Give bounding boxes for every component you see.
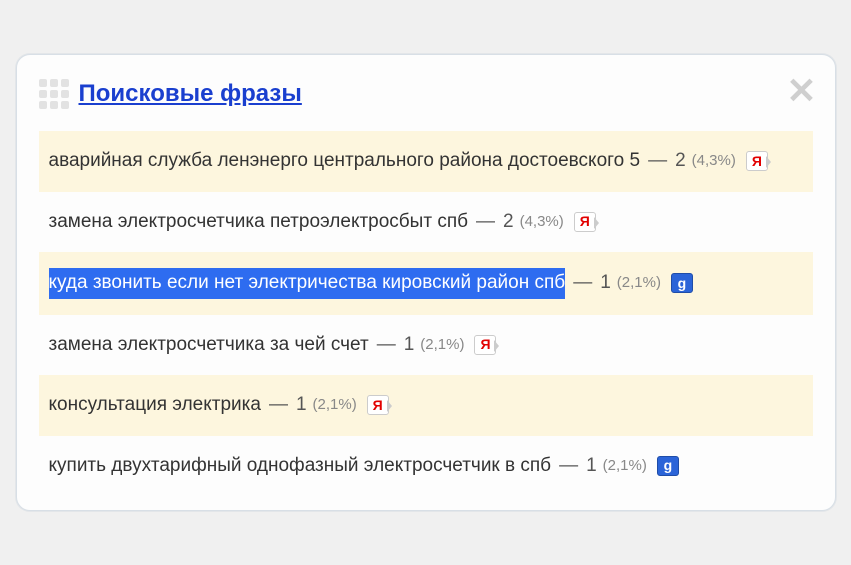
phrase-count: 1 <box>586 452 597 481</box>
phrase-text: консультация электрика <box>49 391 261 420</box>
phrase-count: 1 <box>600 269 611 298</box>
search-phrases-panel: Поисковые фразы ✕ аварийная служба ленэн… <box>16 54 836 511</box>
panel-title[interactable]: Поисковые фразы <box>79 80 302 108</box>
phrase-row[interactable]: купить двухтарифный однофазный электросч… <box>39 436 813 497</box>
close-icon[interactable]: ✕ <box>786 73 816 109</box>
phrase-count: 2 <box>503 208 514 237</box>
phrase-row[interactable]: консультация электрика — 1 (2,1%) Я <box>39 375 813 436</box>
phrase-percent: (2,1%) <box>617 272 661 295</box>
phrase-count: 1 <box>296 391 307 420</box>
phrase-percent: (2,1%) <box>313 394 357 417</box>
phrase-count: 1 <box>404 331 415 360</box>
phrase-list: аварийная служба ленэнерго центрального … <box>39 131 813 496</box>
phrase-row[interactable]: аварийная служба ленэнерго центрального … <box>39 131 813 192</box>
yandex-icon[interactable]: Я <box>574 212 596 232</box>
phrase-text: аварийная служба ленэнерго центрального … <box>49 147 641 176</box>
separator: — <box>269 391 288 420</box>
separator: — <box>377 331 396 360</box>
phrase-text: купить двухтарифный однофазный электросч… <box>49 452 552 481</box>
separator: — <box>559 452 578 481</box>
phrase-percent: (4,3%) <box>520 211 564 234</box>
panel-header: Поисковые фразы <box>39 79 813 109</box>
phrase-percent: (2,1%) <box>603 455 647 478</box>
google-icon[interactable]: g <box>671 273 693 293</box>
phrase-text: замена электросчетчика петроэлектросбыт … <box>49 208 469 237</box>
drag-handle-icon[interactable] <box>39 79 69 109</box>
phrase-percent: (2,1%) <box>420 334 464 357</box>
separator: — <box>648 147 667 176</box>
phrase-percent: (4,3%) <box>692 150 736 173</box>
yandex-icon[interactable]: Я <box>746 151 768 171</box>
phrase-text: замена электросчетчика за чей счет <box>49 331 369 360</box>
phrase-text: куда звонить если нет электричества киро… <box>49 268 566 299</box>
yandex-icon[interactable]: Я <box>474 335 496 355</box>
phrase-count: 2 <box>675 147 686 176</box>
yandex-icon[interactable]: Я <box>367 395 389 415</box>
phrase-row[interactable]: куда звонить если нет электричества киро… <box>39 252 813 315</box>
phrase-row[interactable]: замена электросчетчика петроэлектросбыт … <box>39 192 813 253</box>
google-icon[interactable]: g <box>657 456 679 476</box>
separator: — <box>476 208 495 237</box>
phrase-row[interactable]: замена электросчетчика за чей счет — 1(2,1… <box>39 315 813 376</box>
separator: — <box>573 269 592 298</box>
